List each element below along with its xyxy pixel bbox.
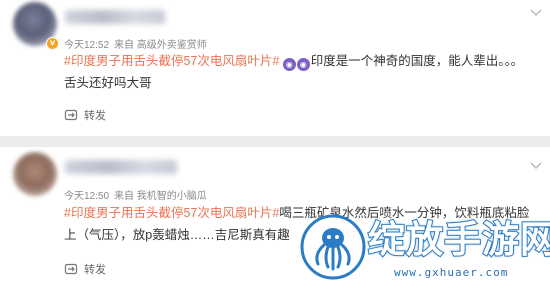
repost-label: 转发 xyxy=(84,110,106,122)
emoji-icon: ◉ xyxy=(282,58,296,71)
hashtag-link[interactable]: #印度男子用舌头截停57次电风扇叶片# xyxy=(64,54,279,68)
comment-text: #印度男子用舌头截停57次电风扇叶片#喝三瓶矿泉水然后喷水一分钟，饮料瓶底粘脸上… xyxy=(64,202,536,246)
username-blurred[interactable] xyxy=(65,160,177,174)
repost-button[interactable]: 转发 xyxy=(64,261,106,277)
chevron-down-icon[interactable] xyxy=(528,157,544,173)
comment-feed: v 今天12:52 来自 高级外卖鉴赏师 #印度男子用舌头截停57次电风扇叶片# … xyxy=(0,0,550,286)
comment-body: 印度是一个神奇的国度，能人辈出。。。 xyxy=(310,54,524,68)
username-blurred[interactable] xyxy=(65,10,165,24)
hashtag-link[interactable]: #印度男子用舌头截停57次电风扇叶片# xyxy=(64,206,279,220)
comment-card: 今天12:50 来自 我机智的小脑瓜 #印度男子用舌头截停57次电风扇叶片#喝三瓶… xyxy=(0,147,550,286)
comment-source[interactable]: 来自 我机智的小脑瓜 xyxy=(114,191,207,202)
comment-time: 今天12:50 xyxy=(64,191,110,202)
comment-card: v 今天12:52 来自 高级外卖鉴赏师 #印度男子用舌头截停57次电风扇叶片# … xyxy=(0,0,550,136)
comment-meta: 今天12:52 来自 高级外卖鉴赏师 xyxy=(64,36,212,51)
avatar[interactable] xyxy=(13,152,57,196)
repost-label: 转发 xyxy=(84,264,106,276)
comment-text: #印度男子用舌头截停57次电风扇叶片# ◉ ◉ 印度是一个神奇的国度，能人辈出。。。… xyxy=(64,50,536,94)
comment-meta: 今天12:50 来自 我机智的小脑瓜 xyxy=(64,187,212,202)
verified-badge-icon: v xyxy=(46,37,59,50)
repost-icon xyxy=(64,263,78,275)
repost-button[interactable]: 转发 xyxy=(64,107,106,123)
emoji-icon: ◉ xyxy=(296,58,310,71)
comment-body-line2: 舌头还好吗大哥 xyxy=(64,76,152,90)
chevron-down-icon[interactable] xyxy=(528,4,544,20)
repost-icon xyxy=(64,109,78,121)
